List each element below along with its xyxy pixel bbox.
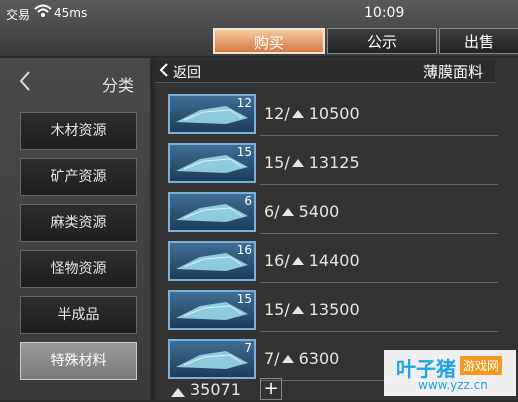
row-divider <box>260 331 498 332</box>
price-total: 10500 <box>308 104 360 123</box>
tab-sell[interactable]: 出售 <box>439 28 518 54</box>
listing-price: 12/10500 <box>264 104 360 123</box>
silver-coin-icon <box>291 306 304 314</box>
silver-coin-icon <box>291 110 304 118</box>
listing-row[interactable]: 16 16/14400 <box>168 241 498 287</box>
watermark-logo: 叶子猪 游戏网 www.yzz.cn <box>384 350 516 396</box>
wallet-bar: 35071 + <box>162 378 282 400</box>
row-divider <box>260 233 498 234</box>
fabric-item-icon <box>176 351 248 369</box>
listing-price: 7/6300 <box>264 349 339 368</box>
item-quantity: 7 <box>244 341 252 355</box>
item-thumbnail[interactable]: 15 <box>168 143 256 183</box>
sidebar-item-mineral[interactable]: 矿产资源 <box>20 158 137 196</box>
price-quantity: 6/ <box>264 202 280 221</box>
item-thumbnail[interactable]: 16 <box>168 241 256 281</box>
price-total: 14400 <box>308 251 360 270</box>
row-divider <box>260 135 498 136</box>
sidebar-item-hemp[interactable]: 麻类资源 <box>20 204 137 242</box>
watermark-url: www.yzz.cn <box>418 378 488 392</box>
listing-row[interactable]: 6 6/5400 <box>168 192 498 238</box>
price-quantity: 15/ <box>264 300 290 319</box>
sidebar-item-monster[interactable]: 怪物资源 <box>20 250 137 288</box>
item-thumbnail[interactable]: 15 <box>168 290 256 330</box>
item-quantity: 15 <box>236 292 252 306</box>
item-thumbnail[interactable]: 6 <box>168 192 256 232</box>
listing-header: 返回 薄膜面料 <box>155 60 495 83</box>
sidebar-title: 分类 <box>102 76 135 95</box>
chevron-left-icon[interactable] <box>18 70 32 96</box>
tab-announce[interactable]: 公示 <box>327 28 437 54</box>
item-thumbnail[interactable]: 7 <box>168 339 256 379</box>
listing-row[interactable]: 15 15/13125 <box>168 143 498 189</box>
fabric-item-icon <box>176 204 248 222</box>
silver-coin-icon <box>170 383 186 402</box>
add-currency-button[interactable]: + <box>260 378 282 400</box>
back-link[interactable]: 返回 <box>173 62 201 82</box>
category-title: 薄膜面料 <box>423 63 484 81</box>
back-icon[interactable] <box>159 62 169 82</box>
item-quantity: 15 <box>236 145 252 159</box>
silver-coin-icon <box>291 257 304 265</box>
status-latency: 45ms <box>54 6 88 20</box>
row-divider <box>260 282 498 283</box>
item-quantity: 12 <box>236 96 252 110</box>
item-quantity: 6 <box>244 194 252 208</box>
price-quantity: 16/ <box>264 251 290 270</box>
wallet-balance: 35071 <box>190 380 241 399</box>
listing-price: 15/13500 <box>264 300 360 319</box>
trade-tabs: 购买 公示 出售 <box>213 28 518 54</box>
silver-coin-icon <box>291 159 304 167</box>
price-total: 6300 <box>298 349 340 368</box>
sidebar-item-special[interactable]: 特殊材料 <box>20 342 137 380</box>
listing-row[interactable]: 15 15/13500 <box>168 290 498 336</box>
tab-buy[interactable]: 购买 <box>213 28 325 54</box>
row-divider <box>260 184 498 185</box>
listing-price: 16/14400 <box>264 251 360 270</box>
price-total: 13500 <box>308 300 360 319</box>
sidebar-item-wood[interactable]: 木材资源 <box>20 112 137 150</box>
price-total: 13125 <box>308 153 360 172</box>
silver-coin-icon <box>281 208 294 216</box>
sidebar-item-semi-finished[interactable]: 半成品 <box>20 296 137 334</box>
price-quantity: 12/ <box>264 104 290 123</box>
listing-price: 15/13125 <box>264 153 360 172</box>
status-carrier: 交易 <box>6 8 31 22</box>
item-thumbnail[interactable]: 12 <box>168 94 256 134</box>
price-total: 5400 <box>298 202 340 221</box>
listing-row[interactable]: 12 12/10500 <box>168 94 498 140</box>
price-quantity: 15/ <box>264 153 290 172</box>
price-quantity: 7/ <box>264 349 280 368</box>
item-quantity: 16 <box>236 243 252 257</box>
status-time: 10:09 <box>364 5 405 21</box>
watermark-sub: 游戏网 <box>460 356 503 375</box>
listing-price: 6/5400 <box>264 202 339 221</box>
wifi-icon <box>34 4 52 21</box>
silver-coin-icon <box>281 355 294 363</box>
sidebar-header: 分类 <box>0 62 150 102</box>
